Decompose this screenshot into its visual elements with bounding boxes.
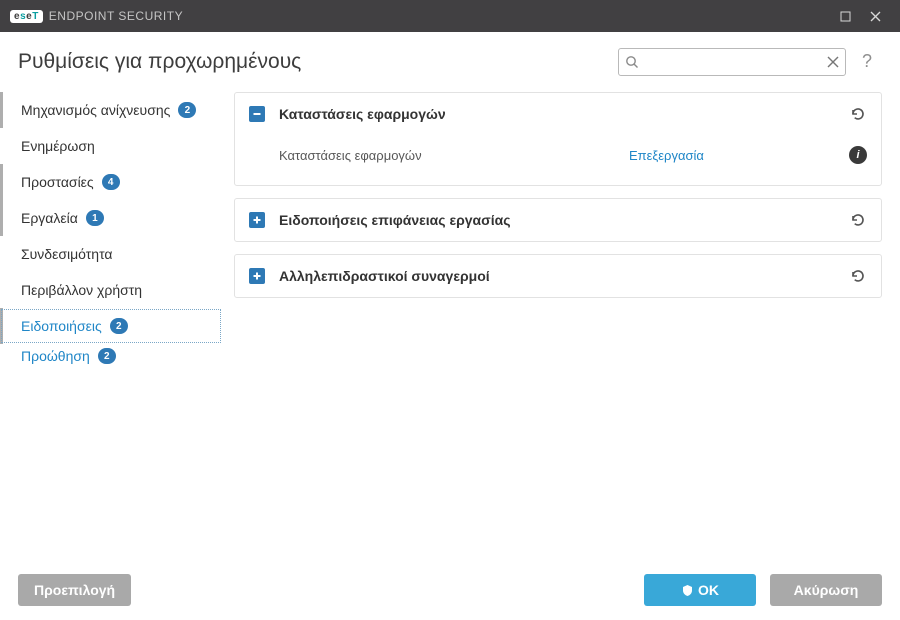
sidebar-item-tools[interactable]: Εργαλεία 1	[0, 200, 222, 236]
search-input[interactable]	[618, 48, 846, 76]
titlebar: e s e T ENDPOINT SECURITY	[0, 0, 900, 32]
close-icon	[870, 11, 881, 22]
reset-button[interactable]	[849, 211, 867, 229]
sidebar-item-label: Προώθηση	[21, 348, 90, 364]
header: Ρυθμίσεις για προχωρημένους ?	[0, 32, 900, 92]
sidebar-item-ui[interactable]: Περιβάλλον χρήστη	[0, 272, 222, 308]
expand-icon	[249, 212, 265, 228]
panel-header[interactable]: Καταστάσεις εφαρμογών	[235, 93, 881, 135]
sidebar-subitem-forwarding[interactable]: Προώθηση 2	[0, 344, 222, 368]
sidebar-item-protections[interactable]: Προστασίες 4	[0, 164, 222, 200]
cancel-button[interactable]: Ακύρωση	[770, 574, 882, 606]
reset-button[interactable]	[849, 267, 867, 285]
edit-link[interactable]: Επεξεργασία	[629, 148, 849, 163]
brand-logo: e s e T	[10, 10, 43, 23]
sidebar-badge: 4	[102, 174, 120, 190]
sidebar-item-label: Ειδοποιήσεις	[21, 318, 102, 334]
panel-body: Καταστάσεις εφαρμογών Επεξεργασία i	[235, 135, 881, 185]
panel-interactive-alerts: Αλληλεπιδραστικοί συναγερμοί	[234, 254, 882, 298]
reset-button[interactable]	[849, 105, 867, 123]
ok-button[interactable]: OK	[644, 574, 756, 606]
sidebar-badge: 2	[110, 318, 128, 334]
panel-title: Αλληλεπιδραστικοί συναγερμοί	[279, 268, 849, 284]
undo-icon	[849, 105, 867, 123]
sidebar-item-notifications[interactable]: Ειδοποιήσεις 2	[0, 308, 222, 344]
clear-search-button[interactable]	[827, 56, 839, 68]
undo-icon	[849, 267, 867, 285]
x-icon	[827, 56, 839, 68]
product-name: ENDPOINT SECURITY	[49, 9, 183, 23]
sidebar-item-label: Μηχανισμός ανίχνευσης	[21, 102, 170, 118]
sidebar-item-update[interactable]: Ενημέρωση	[0, 128, 222, 164]
maximize-icon	[840, 11, 851, 22]
shield-icon	[681, 584, 694, 597]
close-button[interactable]	[860, 0, 890, 32]
info-button[interactable]: i	[849, 146, 867, 164]
sidebar-item-label: Εργαλεία	[21, 210, 78, 226]
undo-icon	[849, 211, 867, 229]
page-title: Ρυθμίσεις για προχωρημένους	[18, 50, 301, 74]
search-icon	[625, 55, 639, 69]
ok-label: OK	[698, 582, 719, 598]
sidebar-badge: 2	[98, 348, 116, 364]
sidebar-badge: 1	[86, 210, 104, 226]
brand-glyph: T	[32, 11, 39, 22]
expand-icon	[249, 268, 265, 284]
panel-application-statuses: Καταστάσεις εφαρμογών Καταστάσεις εφαρμο…	[234, 92, 882, 186]
body: Μηχανισμός ανίχνευσης 2 Ενημέρωση Προστα…	[0, 92, 900, 560]
collapse-icon	[249, 106, 265, 122]
content: Καταστάσεις εφαρμογών Καταστάσεις εφαρμο…	[222, 92, 900, 560]
maximize-button[interactable]	[830, 0, 860, 32]
search-field-wrap	[618, 48, 846, 76]
sidebar-badge: 2	[178, 102, 196, 118]
setting-row: Καταστάσεις εφαρμογών Επεξεργασία i	[279, 139, 867, 171]
default-button[interactable]: Προεπιλογή	[18, 574, 131, 606]
help-button[interactable]: ?	[852, 51, 882, 72]
panel-title: Ειδοποιήσεις επιφάνειας εργασίας	[279, 212, 849, 228]
sidebar-item-label: Προστασίες	[21, 174, 94, 190]
panel-header[interactable]: Ειδοποιήσεις επιφάνειας εργασίας	[235, 199, 881, 241]
sidebar-item-label: Περιβάλλον χρήστη	[21, 282, 142, 298]
footer: Προεπιλογή OK Ακύρωση	[0, 560, 900, 620]
panel-title: Καταστάσεις εφαρμογών	[279, 106, 849, 122]
sidebar: Μηχανισμός ανίχνευσης 2 Ενημέρωση Προστα…	[0, 92, 222, 560]
panel-header[interactable]: Αλληλεπιδραστικοί συναγερμοί	[235, 255, 881, 297]
sidebar-item-label: Συνδεσιμότητα	[21, 246, 113, 262]
sidebar-item-connectivity[interactable]: Συνδεσιμότητα	[0, 236, 222, 272]
info-icon: i	[856, 149, 859, 161]
setting-label: Καταστάσεις εφαρμογών	[279, 148, 629, 163]
sidebar-item-label: Ενημέρωση	[21, 138, 95, 154]
sidebar-item-detection-engine[interactable]: Μηχανισμός ανίχνευσης 2	[0, 92, 222, 128]
panel-desktop-notifications: Ειδοποιήσεις επιφάνειας εργασίας	[234, 198, 882, 242]
